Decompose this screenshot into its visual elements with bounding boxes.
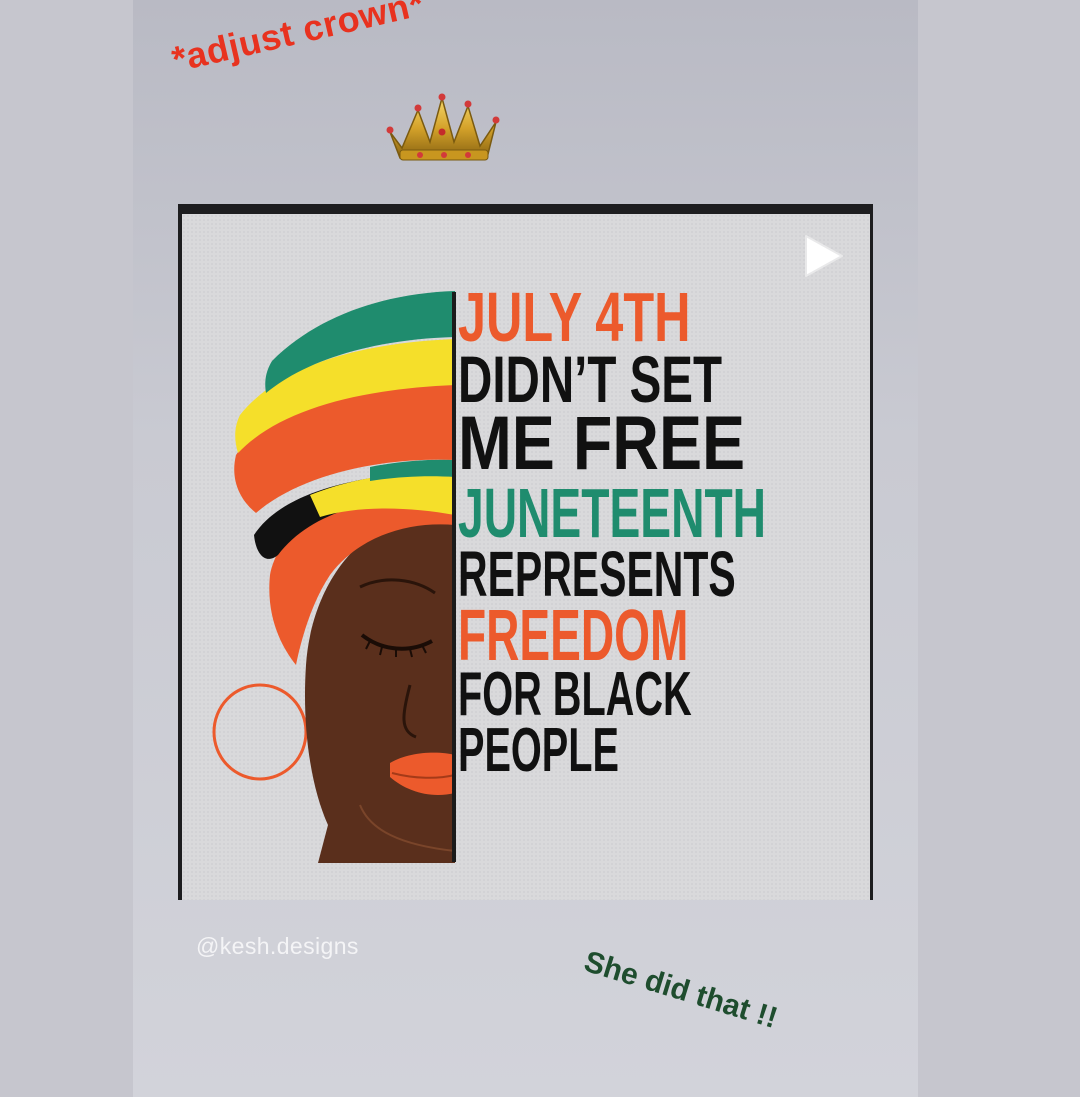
slogan-line: ME FREE: [458, 401, 746, 486]
art-divider: [452, 292, 456, 862]
slogan-line: PEOPLE: [458, 716, 619, 785]
slogan-line: FOR BLACK: [458, 660, 692, 729]
left-backdrop: [0, 0, 133, 1097]
play-icon[interactable]: [800, 232, 846, 280]
crown-icon[interactable]: [378, 92, 504, 164]
shirt-slogan: JULY 4TH DIDN’T SET ME FREE JUNETEENTH R…: [458, 278, 858, 785]
slogan-line: FREEDOM: [458, 596, 689, 676]
slogan-line: DIDN’T SET: [458, 342, 723, 416]
credit-tag[interactable]: @kesh.designs: [196, 933, 359, 960]
right-backdrop: [918, 0, 1080, 1097]
woman-headwrap-illustration: [212, 291, 456, 863]
slogan-line: JULY 4TH: [458, 278, 691, 356]
slogan-line: REPRESENTS: [458, 538, 736, 610]
slogan-line: JUNETEENTH: [458, 474, 767, 552]
